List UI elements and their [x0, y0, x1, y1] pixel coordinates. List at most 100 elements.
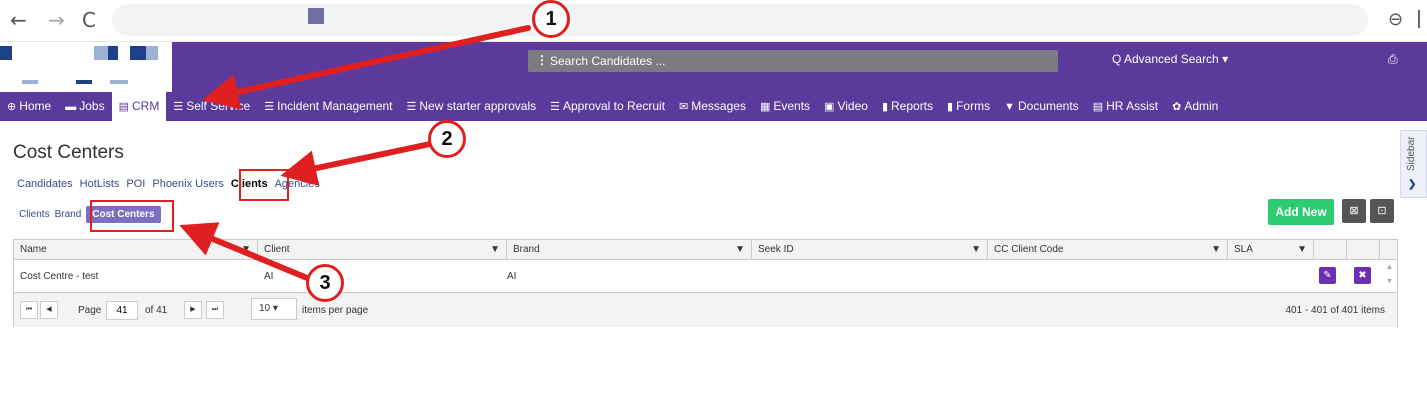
sidebar-toggle[interactable]: Sidebar ❯: [1400, 130, 1427, 198]
sidebar-label: Sidebar: [1406, 136, 1417, 171]
nav-item-forms[interactable]: ▮ Forms: [940, 92, 997, 121]
cost-centers-grid: Name ▼ Client ▼ Brand ▼ Seek ID ▼ CC Client …: [13, 239, 1398, 327]
column-client[interactable]: Client ▼: [258, 240, 507, 260]
nav-item-hr-assist[interactable]: ▤ HR Assist: [1086, 92, 1165, 121]
column-seek-id[interactable]: Seek ID ▼: [752, 240, 988, 260]
items-per-page-select[interactable]: 10 ▾: [251, 298, 297, 320]
column-sla[interactable]: SLA ▼: [1228, 240, 1314, 260]
zoom-icon[interactable]: ⊖: [1388, 9, 1403, 30]
nav-icon: ▮: [881, 101, 888, 113]
page-label: Page: [78, 305, 102, 316]
page-title: Cost Centers: [13, 142, 124, 163]
favicon-icon: [308, 8, 324, 24]
nav-label: HR Assist: [1106, 99, 1159, 113]
filter-icon[interactable]: ▼: [735, 240, 745, 260]
arrow-2: [280, 141, 433, 186]
nav-icon: ⊕: [7, 101, 17, 113]
grid-pager: ⏮ ◀ Page of 41 ▶ ⏭ 10 ▾ items per page 4…: [14, 292, 1397, 327]
subtab-brand[interactable]: Brand: [55, 209, 82, 220]
nav-item-new-starter-approvals[interactable]: ☰ New starter approvals: [400, 92, 544, 121]
next-page-icon[interactable]: ▶: [184, 301, 202, 319]
nav-label: Admin: [1184, 99, 1219, 113]
nav-item-reports[interactable]: ▮ Reports: [875, 92, 940, 121]
nav-item-video[interactable]: ▣ Video: [817, 92, 875, 121]
filter-icon[interactable]: ▼: [490, 240, 500, 260]
print-icon[interactable]: ⎙: [1388, 52, 1398, 67]
page-number-input[interactable]: [106, 301, 138, 320]
nav-icon: ☰: [173, 101, 184, 113]
filter-icon[interactable]: ▼: [1211, 240, 1221, 260]
nav-label: Reports: [891, 99, 934, 113]
filter-icon[interactable]: ▼: [241, 240, 251, 260]
nav-item-documents[interactable]: ▼ Documents: [997, 92, 1086, 121]
search-input[interactable]: [550, 52, 1050, 70]
cell-brand: AI: [507, 271, 517, 282]
add-new-button[interactable]: Add New: [1268, 199, 1334, 225]
reload-icon[interactable]: C: [82, 9, 96, 31]
nav-item-admin[interactable]: ✿ Admin: [1165, 92, 1225, 121]
nav-icon: ▮: [947, 101, 954, 113]
column-name[interactable]: Name ▼: [14, 240, 258, 260]
browser-menu-icon[interactable]: [1418, 10, 1421, 28]
nav-icon: ✿: [1172, 101, 1182, 113]
chevron-right-icon: ❯: [1408, 179, 1417, 190]
filter-icon[interactable]: ▼: [1297, 240, 1307, 260]
nav-icon: ▦: [759, 101, 771, 113]
nav-icon: ✉: [679, 101, 689, 113]
nav-item-self-service[interactable]: ☰ Self Service: [166, 92, 257, 121]
nav-icon: ▤: [118, 101, 129, 113]
nav-item-approval-to-recruit[interactable]: ☰ Approval to Recruit: [543, 92, 672, 121]
forward-icon[interactable]: →: [48, 9, 65, 31]
candidate-search[interactable]: ⋮: [528, 50, 1058, 72]
browser-toolbar: ← → C ⊖: [0, 0, 1427, 42]
edit-icon[interactable]: ✎: [1319, 267, 1336, 284]
nav-icon: ▣: [824, 101, 835, 113]
nav-item-crm[interactable]: ▤ CRM: [111, 92, 167, 121]
grid-header: Name ▼ Client ▼ Brand ▼ Seek ID ▼ CC Client …: [14, 240, 1397, 260]
advanced-search-button[interactable]: Q Advanced Search ▾: [1112, 52, 1228, 66]
back-icon[interactable]: ←: [10, 9, 27, 31]
highlight-cost-centers-subtab: [90, 200, 174, 232]
tab-poi[interactable]: POI: [126, 178, 145, 190]
nav-label: Incident Management: [277, 99, 393, 113]
nav-item-home[interactable]: ⊕ Home: [0, 92, 58, 121]
nav-label: Forms: [956, 99, 991, 113]
delete-icon[interactable]: ✖: [1354, 267, 1371, 284]
search-menu-icon[interactable]: ⋮: [536, 53, 548, 67]
items-per-page-label: items per page: [302, 305, 369, 316]
nav-item-messages[interactable]: ✉ Messages: [672, 92, 753, 121]
column-brand[interactable]: Brand ▼: [507, 240, 752, 260]
nav-label: Events: [773, 99, 811, 113]
main-nav: ⊕ Home ▬ Jobs ▤ CRM ☰ Self Service ☰ Incident Man…: [0, 92, 1427, 121]
tab-phoenix-users[interactable]: Phoenix Users: [152, 178, 224, 190]
nav-label: New starter approvals: [419, 99, 537, 113]
nav-label: Self Service: [186, 99, 251, 113]
table-row[interactable]: Cost Centre - test AI AI: [14, 261, 1397, 291]
address-bar[interactable]: [112, 4, 1368, 36]
scroll-up-icon[interactable]: ▲: [1386, 264, 1393, 271]
nav-icon: ☰: [550, 101, 560, 113]
nav-label: Messages: [691, 99, 746, 113]
export-excel-icon[interactable]: ⊠: [1342, 199, 1366, 223]
company-logo[interactable]: [0, 42, 172, 92]
filter-icon[interactable]: ▼: [971, 240, 981, 260]
tab-hotlists[interactable]: HotLists: [80, 178, 120, 190]
nav-label: Approval to Recruit: [562, 99, 666, 113]
nav-item-jobs[interactable]: ▬ Jobs: [58, 92, 111, 121]
tab-candidates[interactable]: Candidates: [17, 178, 73, 190]
last-page-icon[interactable]: ⏭: [206, 301, 224, 319]
nav-item-incident-management[interactable]: ☰ Incident Management: [257, 92, 399, 121]
cell-name: Cost Centre - test: [20, 271, 99, 282]
step-badge-2: 2: [428, 120, 466, 158]
cell-client: AI: [264, 271, 274, 282]
prev-page-icon[interactable]: ◀: [40, 301, 58, 319]
first-page-icon[interactable]: ⏮: [20, 301, 38, 319]
scroll-down-icon[interactable]: ▼: [1386, 278, 1393, 285]
column-cc-client-code[interactable]: CC Client Code ▼: [988, 240, 1228, 260]
nav-icon: ▼: [1004, 101, 1015, 113]
nav-item-events[interactable]: ▦ Events: [753, 92, 817, 121]
subtab-clients[interactable]: Clients: [19, 209, 50, 220]
export-pdf-icon[interactable]: ⊡: [1370, 199, 1394, 223]
page-total: of 41: [145, 305, 168, 316]
nav-label: CRM: [132, 99, 160, 113]
